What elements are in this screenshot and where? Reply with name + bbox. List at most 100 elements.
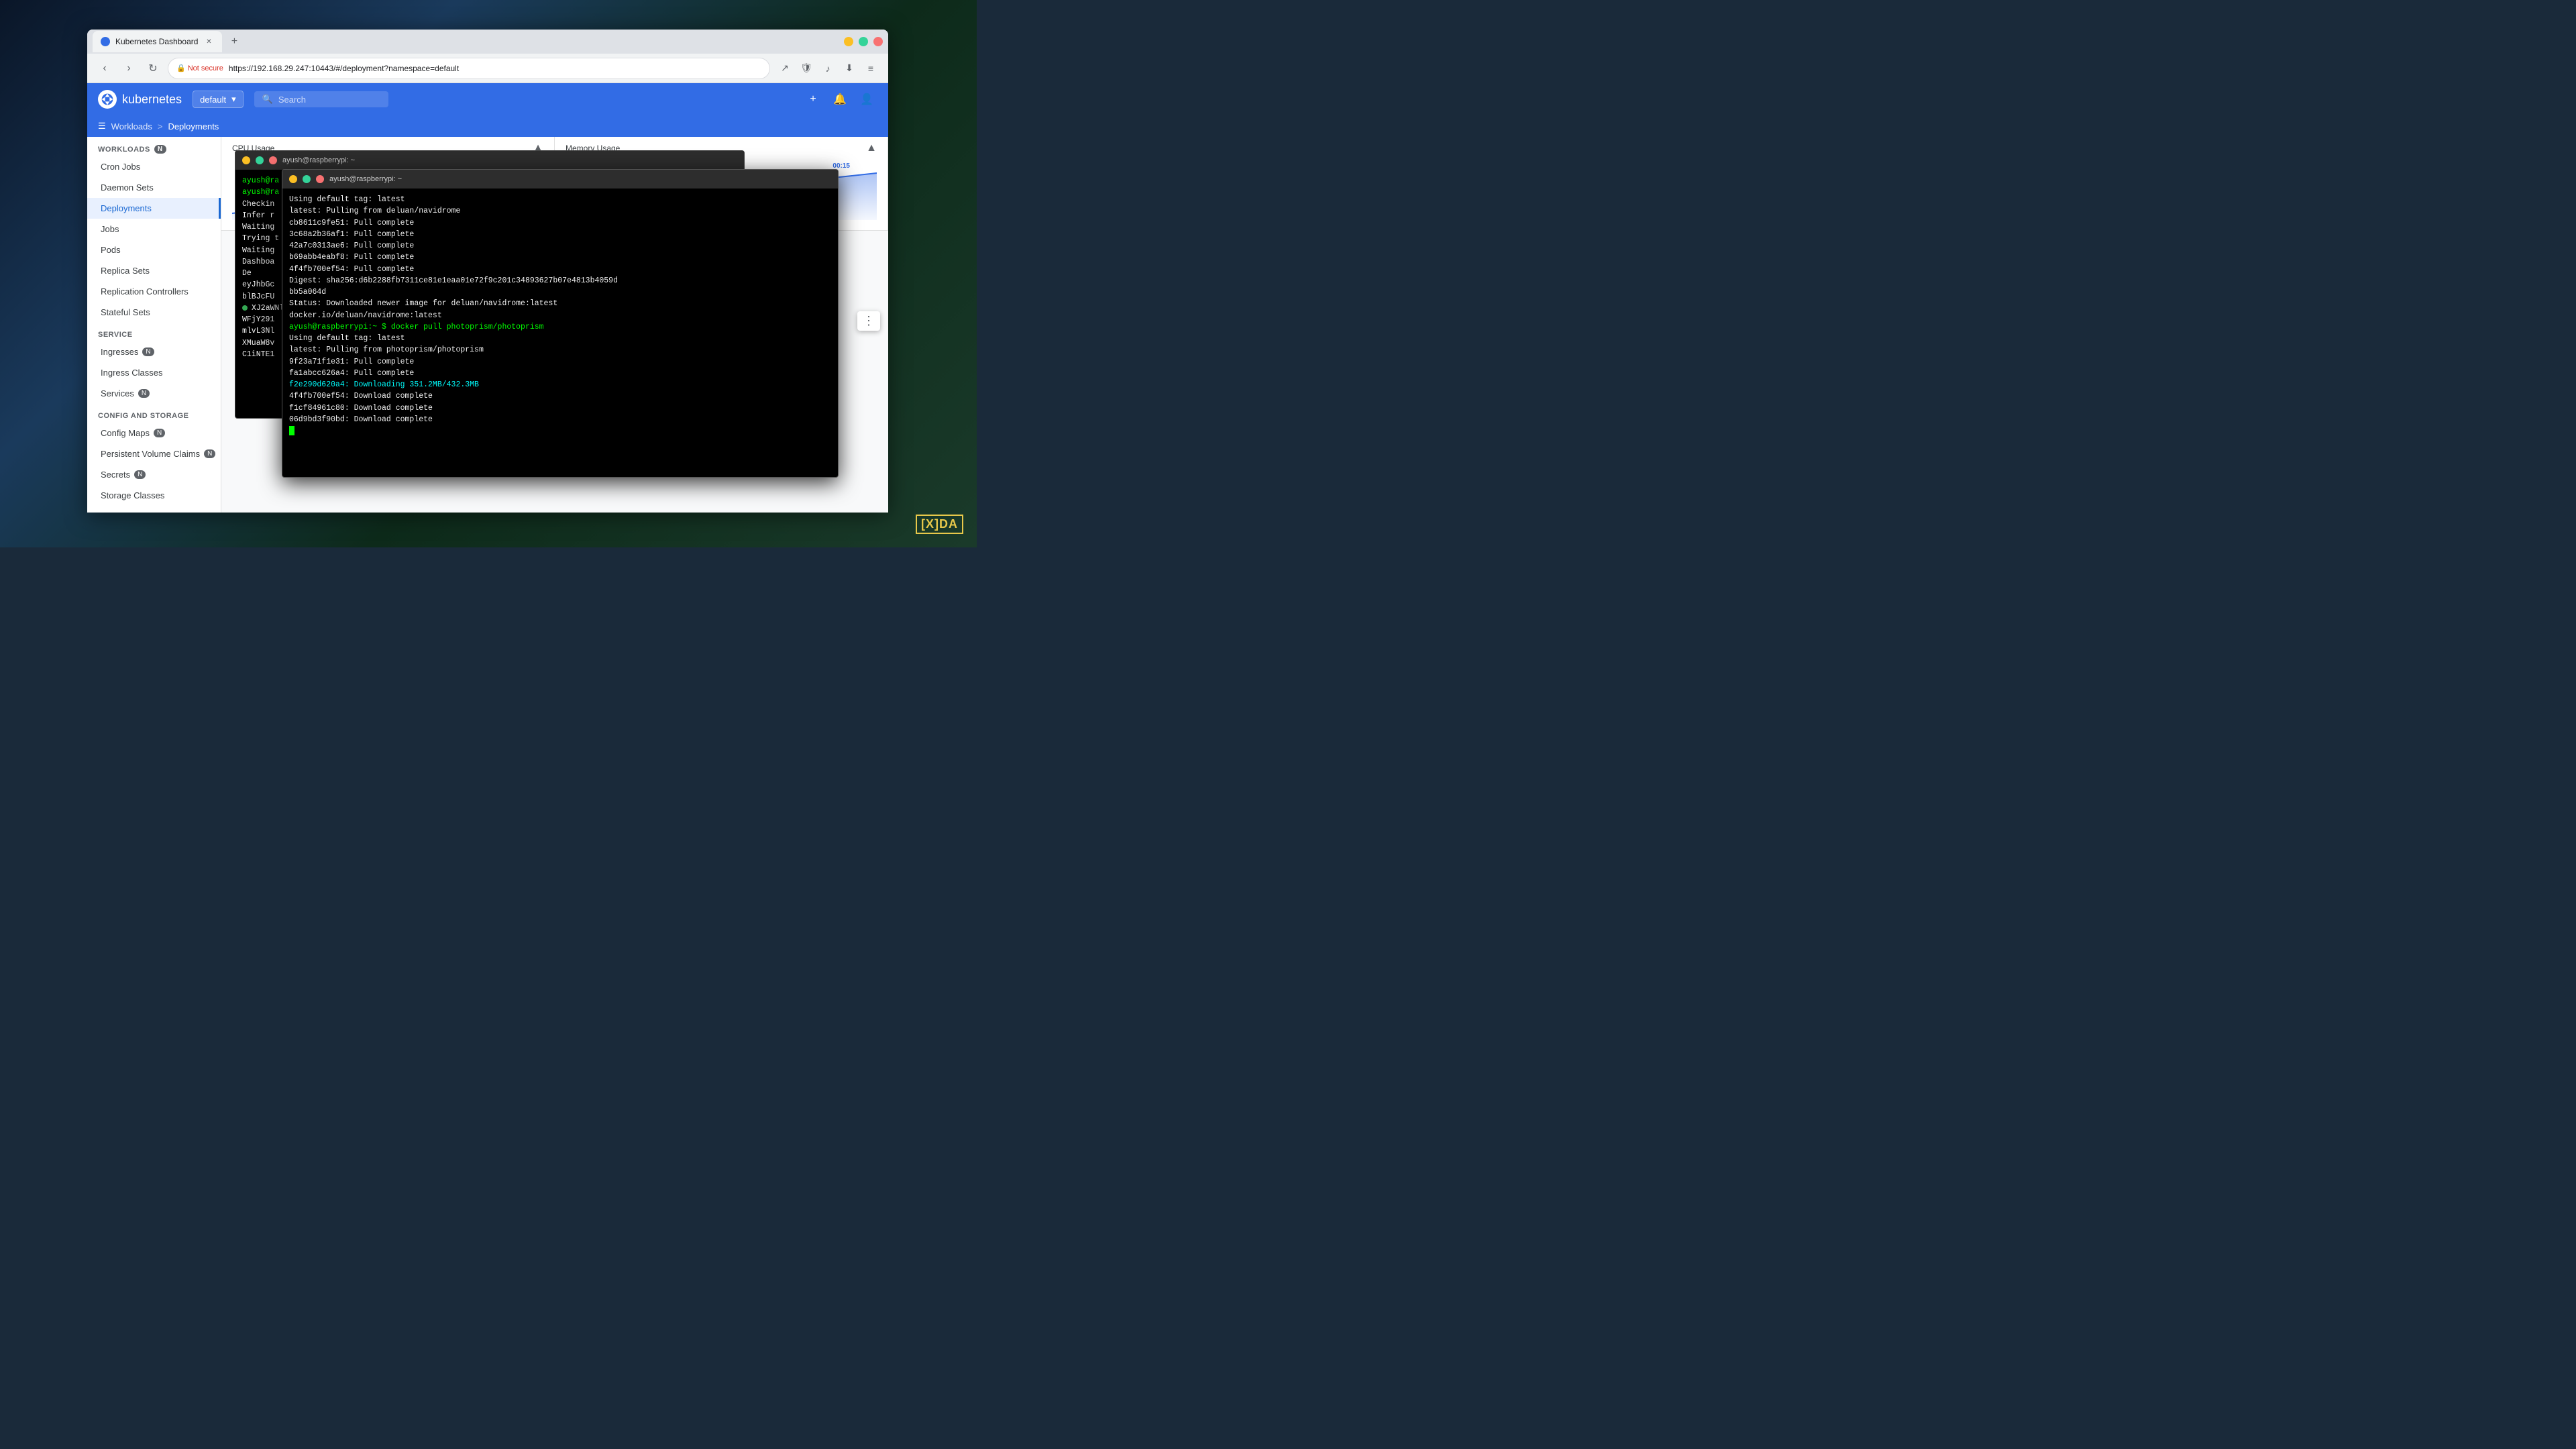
search-icon: 🔍 <box>262 94 273 105</box>
xda-watermark: [X]DA <box>916 515 963 534</box>
minimize-button[interactable] <box>844 37 853 46</box>
terminal-2-title: ayush@raspberrypi: ~ <box>329 175 402 183</box>
namespace-selector[interactable]: default ▾ <box>193 91 244 108</box>
terminal-1-minimize[interactable] <box>242 156 250 164</box>
terminal-2-titlebar: ayush@raspberrypi: ~ <box>282 170 838 189</box>
term-line-20: 06d9bd3f90bd: Download complete <box>289 414 831 425</box>
sidebar-item-ingresses[interactable]: Ingresses N <box>87 341 221 362</box>
breadcrumb-workloads[interactable]: Workloads <box>111 121 152 131</box>
maximize-button[interactable] <box>859 37 868 46</box>
close-button[interactable] <box>873 37 883 46</box>
replicationcontrollers-label: Replication Controllers <box>101 286 189 297</box>
status-dot <box>242 305 248 311</box>
namespace-value: default <box>200 95 226 105</box>
term-line-19: f1cf84961c80: Download complete <box>289 402 831 414</box>
url-bar[interactable]: 🔒 Not secure https://192.168.29.247:1044… <box>168 58 770 79</box>
address-bar: ‹ › ↻ 🔒 Not secure https://192.168.29.24… <box>87 54 888 83</box>
sidebar-item-daemonsets[interactable]: Daemon Sets <box>87 177 221 198</box>
sidebar-item-jobs[interactable]: Jobs <box>87 219 221 239</box>
sidebar-item-statefulsets[interactable]: Stateful Sets <box>87 302 221 323</box>
window-controls <box>844 37 883 46</box>
term-line-13: Using default tag: latest <box>289 333 831 344</box>
sidebar-item-replicationcontrollers[interactable]: Replication Controllers <box>87 281 221 302</box>
vertical-dots-icon: ⋮ <box>863 314 875 327</box>
tab-bar: Kubernetes Dashboard ✕ + <box>87 30 888 54</box>
sidebar-item-deployments[interactable]: Deployments <box>87 198 221 219</box>
toolbar-buttons: ↗ 🛡 ♪ ⬇ ≡ <box>775 59 880 78</box>
search-placeholder: Search <box>278 95 306 105</box>
music-icon[interactable]: ♪ <box>818 59 837 78</box>
new-tab-button[interactable]: + <box>225 32 244 51</box>
kubernetes-logo: kubernetes <box>98 90 182 109</box>
brave-shield-icon[interactable]: 🛡 <box>797 59 816 78</box>
workloads-label: Workloads <box>98 146 150 154</box>
browser-window: Kubernetes Dashboard ✕ + ‹ › ↻ 🔒 Not sec… <box>87 30 888 513</box>
terminal-2-close[interactable] <box>316 175 324 183</box>
dropdown-chevron-icon: ▾ <box>231 94 236 105</box>
sidebar-item-pods[interactable]: Pods <box>87 239 221 260</box>
sidebar-item-replicasets[interactable]: Replica Sets <box>87 260 221 281</box>
term-line-8: Digest: sha256:d6b2288fb7311ce81e1eaa01e… <box>289 275 831 286</box>
tab-favicon-icon <box>101 37 110 46</box>
term-line-15: 9f23a71f1e31: Pull complete <box>289 356 831 368</box>
config-label: Config and Storage <box>98 412 189 420</box>
sidebar-item-storageclasses[interactable]: Storage Classes <box>87 485 221 506</box>
main-layout: Workloads N Cron Jobs Daemon Sets Deploy… <box>87 137 888 513</box>
account-button[interactable]: 👤 <box>856 89 877 110</box>
term-line-12: ayush@raspberrypi:~ $ docker pull photop… <box>289 321 831 333</box>
terminal-window-2[interactable]: ayush@raspberrypi: ~ Using default tag: … <box>282 169 839 478</box>
ingresses-label: Ingresses <box>101 347 138 357</box>
menu-hamburger-icon[interactable]: ☰ <box>98 121 106 131</box>
pods-label: Pods <box>101 245 121 255</box>
term-line-2: latest: Pulling from deluan/navidrome <box>289 205 831 217</box>
breadcrumb-separator: > <box>158 121 163 131</box>
term-line-6: b69abb4eabf8: Pull complete <box>289 252 831 263</box>
active-tab[interactable]: Kubernetes Dashboard ✕ <box>93 31 222 52</box>
search-bar[interactable]: 🔍 Search <box>254 91 388 107</box>
service-section-header: Service <box>87 323 221 341</box>
jobs-label: Jobs <box>101 224 119 234</box>
term-line-3: cb8611c9fe51: Pull complete <box>289 217 831 229</box>
context-menu-dots[interactable]: ⋮ <box>857 311 880 331</box>
configmaps-badge: N <box>154 429 165 437</box>
main-content: CPU Usage ▲ <box>221 137 888 513</box>
term-line-1: Using default tag: latest <box>289 194 831 205</box>
sidebar-item-configmaps[interactable]: Config Maps N <box>87 423 221 443</box>
terminal-1-close[interactable] <box>269 156 277 164</box>
download-icon[interactable]: ⬇ <box>840 59 859 78</box>
term-line-4: 3c68a2b36af1: Pull complete <box>289 229 831 240</box>
share-button[interactable]: ↗ <box>775 59 794 78</box>
terminal-2-minimize[interactable] <box>289 175 297 183</box>
term-line-17: f2e290d620a4: Downloading 351.2MB/432.3M… <box>289 379 831 390</box>
terminal-2-maximize[interactable] <box>303 175 311 183</box>
config-section-header: Config and Storage <box>87 404 221 423</box>
secrets-badge: N <box>134 470 146 479</box>
tab-close-button[interactable]: ✕ <box>203 36 214 47</box>
term-cursor <box>289 425 831 437</box>
cluster-section-header: Cluster <box>87 506 221 513</box>
sidebar-item-secrets[interactable]: Secrets N <box>87 464 221 485</box>
forward-button[interactable]: › <box>119 59 138 78</box>
pvc-label: Persistent Volume Claims <box>101 449 200 459</box>
add-button[interactable]: + <box>802 89 824 110</box>
top-navigation: kubernetes default ▾ 🔍 Search + 🔔 👤 <box>87 83 888 115</box>
menu-button[interactable]: ≡ <box>861 59 880 78</box>
sidebar-item-cronjobs[interactable]: Cron Jobs <box>87 156 221 177</box>
sidebar-item-services[interactable]: Services N <box>87 383 221 404</box>
term-line-11: docker.io/deluan/navidrome:latest <box>289 310 831 321</box>
kubernetes-logo-icon <box>98 90 117 109</box>
logo-text: kubernetes <box>122 93 182 107</box>
refresh-button[interactable]: ↻ <box>144 59 162 78</box>
workloads-badge: N <box>154 145 166 154</box>
pvc-badge: N <box>204 449 215 458</box>
sidebar-item-pvc[interactable]: Persistent Volume Claims N <box>87 443 221 464</box>
notifications-button[interactable]: 🔔 <box>829 89 851 110</box>
terminal-1-maximize[interactable] <box>256 156 264 164</box>
sidebar-item-ingressclasses[interactable]: Ingress Classes <box>87 362 221 383</box>
url-text: https://192.168.29.247:10443/#/deploymen… <box>229 64 459 73</box>
terminal-2-body: Using default tag: latest latest: Pullin… <box>282 189 838 477</box>
security-indicator: 🔒 Not secure <box>176 64 223 72</box>
term-line-9: bb5a064d <box>289 286 831 298</box>
back-button[interactable]: ‹ <box>95 59 114 78</box>
service-label: Service <box>98 331 133 339</box>
